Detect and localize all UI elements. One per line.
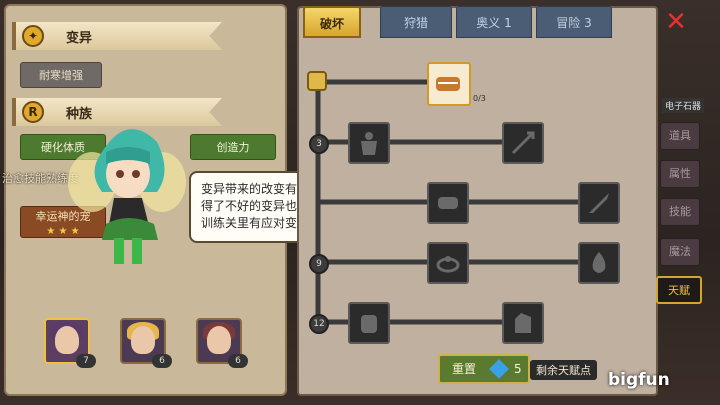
mutation-trait-tag[interactable]: 耐寒增强 bbox=[20, 62, 102, 88]
face-shape bbox=[207, 326, 231, 354]
talent-counter: 0/3 bbox=[473, 94, 486, 103]
flame-icon bbox=[592, 252, 606, 273]
level-badge: 7 bbox=[76, 354, 96, 368]
talent-node-grip[interactable] bbox=[427, 182, 469, 224]
level-marker-9: 9 bbox=[309, 254, 329, 274]
menu-item-talent[interactable]: 天赋 bbox=[656, 276, 702, 304]
portrait-character-2[interactable]: 6 bbox=[120, 318, 172, 368]
talent-node-flame[interactable] bbox=[578, 242, 620, 284]
portrait-character-1[interactable]: 7 bbox=[44, 318, 96, 368]
mutation-section-header: ✦ 变异 bbox=[12, 22, 222, 50]
gem-count: 5 bbox=[514, 362, 522, 376]
level-badge: 6 bbox=[152, 354, 172, 368]
fist-icon bbox=[361, 315, 377, 333]
remaining-points-label: 剩余天赋点 bbox=[530, 360, 597, 380]
talent-node-gauntlet[interactable] bbox=[502, 302, 544, 344]
mutation-icon: ✦ bbox=[22, 25, 44, 47]
menu-item-magic[interactable]: 魔法 bbox=[660, 238, 700, 266]
fairy-guide-icon bbox=[68, 129, 186, 264]
tab-hunt[interactable]: 狩猎 bbox=[380, 6, 452, 38]
face-shape bbox=[55, 326, 79, 354]
race-trait-creativity[interactable]: 创造力 bbox=[190, 134, 276, 160]
talent-node-fist-bump[interactable]: 0/3 bbox=[427, 62, 486, 106]
talent-node-body[interactable] bbox=[348, 122, 390, 164]
talent-node-fist[interactable] bbox=[348, 302, 390, 344]
tab-destroy[interactable]: 破坏 bbox=[303, 6, 361, 38]
reset-label: 重置 bbox=[452, 362, 477, 376]
card-label: 电子石器 bbox=[662, 98, 705, 113]
reset-talents-button[interactable]: 重置 5 bbox=[438, 354, 530, 384]
menu-item-skills[interactable]: 技能 bbox=[660, 198, 700, 226]
level-marker-12: 12 bbox=[309, 314, 329, 334]
vortex-icon bbox=[436, 256, 460, 273]
gem-icon bbox=[489, 359, 509, 379]
face-shape bbox=[131, 326, 155, 354]
arrow-strike-icon bbox=[511, 131, 535, 155]
talent-node-vortex[interactable] bbox=[427, 242, 469, 284]
menu-item-attributes[interactable]: 属性 bbox=[660, 160, 700, 188]
close-icon[interactable]: ✕ bbox=[662, 8, 690, 36]
fist-bump-icon bbox=[436, 77, 460, 91]
muscle-body-icon bbox=[361, 132, 377, 155]
level-badge: 6 bbox=[228, 354, 248, 368]
tab-adventure[interactable]: 冒险 3 bbox=[536, 6, 612, 38]
mutation-header-label: 变异 bbox=[66, 31, 93, 46]
hand-grip-icon bbox=[438, 197, 458, 209]
level-marker-3: 3 bbox=[309, 134, 329, 154]
talent-node-blade[interactable] bbox=[578, 182, 620, 224]
race-icon: R bbox=[22, 101, 44, 123]
portrait-character-3[interactable]: 6 bbox=[196, 318, 248, 368]
gauntlet-icon bbox=[515, 313, 531, 333]
talent-node-arrow[interactable] bbox=[502, 122, 544, 164]
bigfun-watermark: bigfun bbox=[608, 370, 670, 390]
blade-icon bbox=[589, 193, 609, 213]
menu-item-items[interactable]: 道具 bbox=[660, 122, 700, 150]
tab-ultimate[interactable]: 奥义 1 bbox=[456, 6, 532, 38]
